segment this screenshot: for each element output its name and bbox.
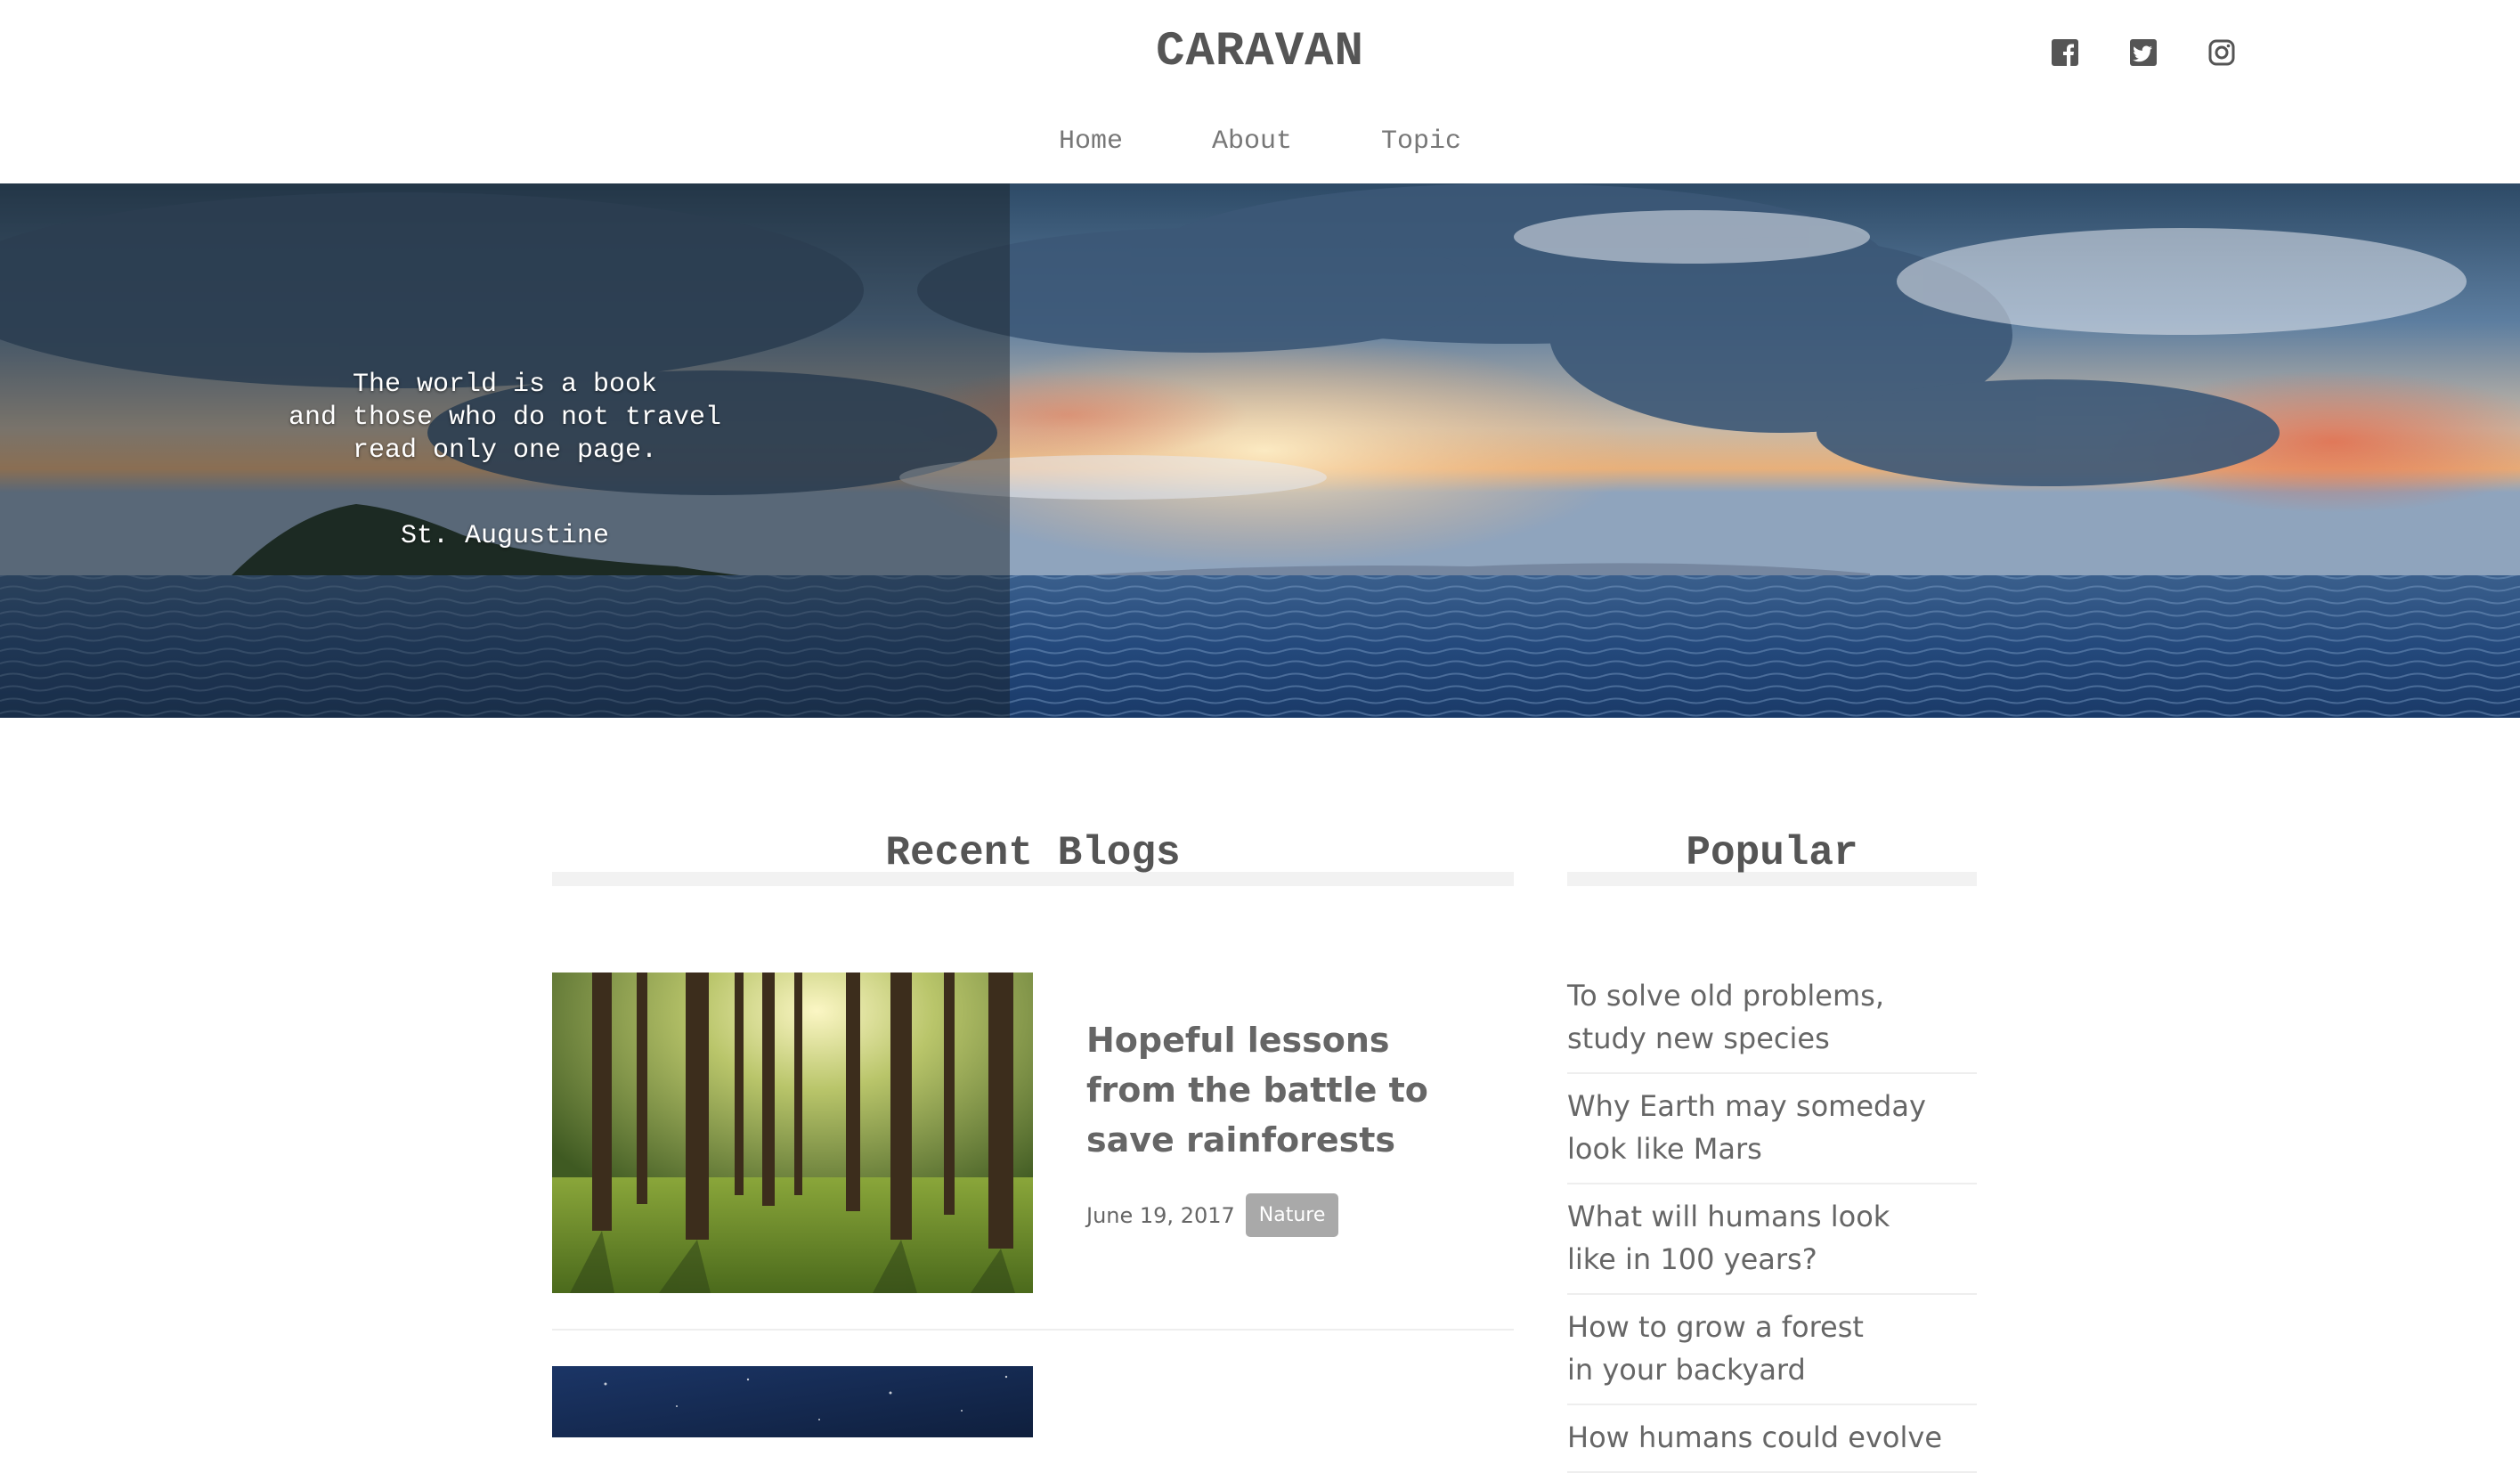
instagram-link[interactable] [2205, 36, 2239, 69]
night-sky-photo[interactable] [552, 1366, 1033, 1437]
recent-blogs-title: Recent Blogs [885, 830, 1181, 876]
facebook-link[interactable] [2048, 36, 2082, 69]
post-tag-badge[interactable]: Nature [1245, 1193, 1339, 1237]
popular-item[interactable]: How to grow a forest in your backyard [1567, 1295, 1977, 1405]
post-title[interactable]: Hopeful lessons from the battle to save … [1086, 1015, 1478, 1165]
quote-panel: The world is a book and those who do not… [0, 183, 1010, 718]
hero-quote-author: St. Augustine [400, 521, 610, 551]
hero-banner: The world is a book and those who do not… [0, 183, 2520, 718]
blog-post[interactable]: Hopeful lessons from the battle to save … [552, 973, 1514, 1331]
popular-list: To solve old problems, study new species… [1567, 964, 1977, 1473]
facebook-icon[interactable] [2048, 36, 2082, 69]
twitter-icon[interactable] [2126, 36, 2160, 69]
blog-post[interactable] [552, 1331, 1514, 1437]
forest-photo[interactable] [552, 973, 1033, 1293]
social-links [2048, 36, 2239, 69]
nav-topic[interactable]: Topic [1381, 126, 1461, 157]
popular-item[interactable]: How humans could evolve [1567, 1405, 1977, 1473]
popular-title: Popular [1686, 830, 1858, 876]
nav-about[interactable]: About [1212, 126, 1292, 157]
recent-blogs-list: Hopeful lessons from the battle to save … [552, 973, 1514, 1437]
popular-item[interactable]: What will humans look like in 100 years? [1567, 1184, 1977, 1295]
recent-blogs-heading: Recent Blogs [552, 824, 1514, 886]
twitter-link[interactable] [2126, 36, 2160, 69]
popular-item[interactable]: To solve old problems, study new species [1567, 964, 1977, 1074]
post-info: Hopeful lessons from the battle to save … [1086, 973, 1478, 1237]
hero-quote: The world is a book and those who do not… [288, 370, 722, 466]
post-date: June 19, 2017 [1086, 1202, 1235, 1228]
main-nav: Home About Topic [0, 126, 2520, 157]
popular-item[interactable]: Why Earth may someday look like Mars [1567, 1074, 1977, 1184]
post-meta: June 19, 2017 Nature [1086, 1193, 1478, 1237]
instagram-icon[interactable] [2205, 36, 2239, 69]
popular-heading: Popular [1567, 824, 1977, 886]
nav-home[interactable]: Home [1059, 126, 1123, 157]
